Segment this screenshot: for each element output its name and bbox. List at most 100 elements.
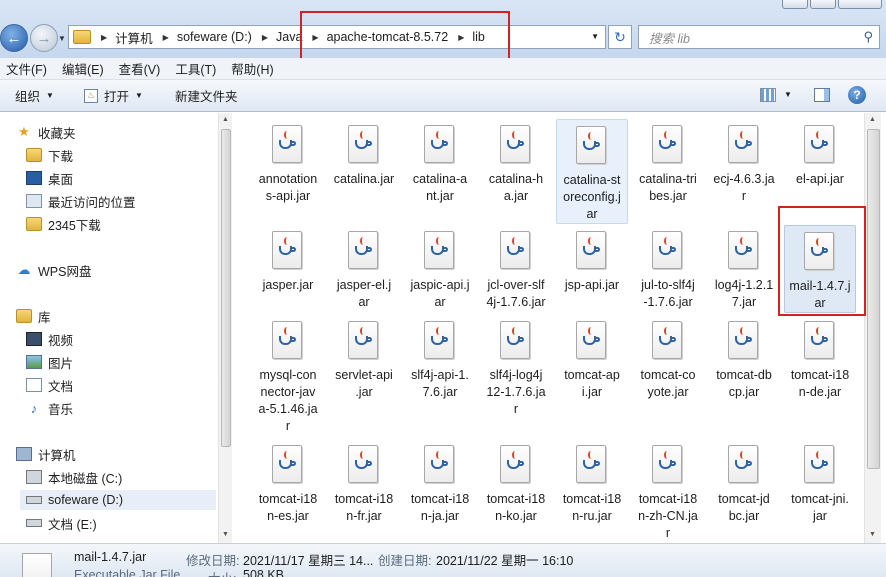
file-item[interactable]: tomcat-jni. jar [784, 439, 856, 525]
file-item[interactable]: jul-to-slf4j -1.7.6.jar [632, 225, 704, 311]
nav-2345-downloads[interactable]: 2345下载 [26, 214, 101, 234]
nav-drive-d[interactable]: sofeware (D:) [20, 490, 216, 510]
file-item[interactable]: jaspic-api.j ar [404, 225, 476, 311]
file-item[interactable]: catalina-a nt.jar [404, 119, 476, 205]
view-options-dropdown[interactable]: ▼ [784, 90, 792, 99]
java-jar-icon [652, 231, 684, 271]
minimize-button[interactable] [782, 0, 808, 9]
scroll-down-icon[interactable]: ▼ [222, 531, 229, 538]
content-scroll-thumb[interactable] [867, 129, 880, 469]
nav-library[interactable]: 库 [16, 306, 51, 326]
file-item[interactable]: tomcat-co yote.jar [632, 315, 704, 401]
breadcrumb-separator-icon: ▶ [162, 32, 169, 42]
file-name: slf4j-log4j 12-1.7.6.ja r [486, 368, 546, 416]
nav-music[interactable]: ♪ 音乐 [26, 398, 73, 418]
menu-view[interactable]: 查看(V) [119, 59, 161, 78]
file-name: tomcat-i18 n-fr.jar [334, 492, 394, 523]
file-item[interactable]: tomcat-i18 n-ru.jar [556, 439, 628, 525]
file-item[interactable]: catalina.jar [328, 119, 400, 188]
java-jar-icon [500, 321, 532, 361]
file-item[interactable]: catalina-st oreconfig.j ar [556, 119, 628, 224]
file-item[interactable]: catalina-tri bes.jar [632, 119, 704, 205]
nav-pane-scrollbar[interactable]: ▲ ▼ [218, 113, 232, 543]
file-item[interactable]: tomcat-i18 n-fr.jar [328, 439, 400, 525]
file-name: jul-to-slf4j -1.7.6.jar [641, 278, 695, 309]
nav-favorites[interactable]: ★ 收藏夹 [16, 122, 76, 142]
breadcrumb-computer[interactable]: 计算机 [115, 28, 153, 47]
menu-file[interactable]: 文件(F) [6, 59, 47, 78]
nav-desktop[interactable]: 桌面 [26, 168, 73, 188]
new-folder-button[interactable]: 新建文件夹 [175, 80, 238, 111]
file-name: jasper.jar [262, 278, 314, 292]
breadcrumb-java[interactable]: Java [276, 30, 302, 44]
organize-button[interactable]: 组织 ▼ [15, 80, 54, 111]
nav-videos[interactable]: 视频 [26, 329, 73, 349]
back-button[interactable]: ← [0, 24, 28, 52]
preview-pane-icon[interactable] [814, 88, 830, 102]
file-item[interactable]: mysql-con nector-jav a-5.1.46.ja r [252, 315, 324, 435]
nav-scroll-thumb[interactable] [221, 129, 231, 447]
file-item[interactable]: el-api.jar [784, 119, 856, 188]
menu-help[interactable]: 帮助(H) [231, 59, 273, 78]
content-scrollbar[interactable]: ▲ ▼ [864, 113, 881, 543]
file-item[interactable]: jsp-api.jar [556, 225, 628, 294]
java-jar-icon [576, 321, 608, 361]
file-item[interactable]: tomcat-jd bc.jar [708, 439, 780, 525]
menu-edit[interactable]: 编辑(E) [62, 59, 104, 78]
file-item[interactable]: log4j-1.2.1 7.jar [708, 225, 780, 311]
help-icon[interactable]: ? [848, 86, 866, 104]
search-input[interactable]: 搜索 lib ⚲ [638, 25, 880, 49]
file-item[interactable]: jasper.jar [252, 225, 324, 294]
file-name: tomcat-i18 n-de.jar [790, 368, 850, 399]
nav-computer[interactable]: 计算机 [16, 444, 76, 464]
breadcrumb-drive-d[interactable]: sofeware (D:) [177, 30, 252, 44]
file-name: tomcat-ap i.jar [564, 368, 620, 399]
nav-pictures[interactable]: 图片 [26, 352, 73, 372]
file-item[interactable]: tomcat-i18 n-ko.jar [480, 439, 552, 525]
forward-button[interactable]: → [30, 24, 58, 52]
details-size-label: 大小: [208, 568, 236, 577]
scroll-down-icon[interactable]: ▼ [869, 531, 876, 538]
file-item[interactable]: tomcat-i18 n-es.jar [252, 439, 324, 525]
java-jar-icon [804, 445, 836, 485]
nav-recent[interactable]: 最近访问的位置 [26, 191, 136, 211]
nav-wps-drive[interactable]: ☁ WPS网盘 [16, 260, 92, 280]
file-item[interactable]: tomcat-db cp.jar [708, 315, 780, 401]
search-icon[interactable]: ⚲ [863, 29, 873, 45]
file-item[interactable]: tomcat-i18 n-de.jar [784, 315, 856, 401]
file-item[interactable]: ecj-4.6.3.ja r [708, 119, 780, 205]
file-item[interactable]: tomcat-i18 n-ja.jar [404, 439, 476, 525]
details-filename: mail-1.4.7.jar [74, 550, 147, 564]
nav-drive-e[interactable]: 文档 (E:) [26, 513, 97, 533]
file-item[interactable]: slf4j-api-1. 7.6.jar [404, 315, 476, 401]
scroll-up-icon[interactable]: ▲ [869, 116, 876, 123]
address-dropdown-icon[interactable]: ▼ [591, 32, 599, 41]
breadcrumb-separator-icon: ▶ [261, 32, 269, 42]
menu-tools[interactable]: 工具(T) [175, 59, 216, 78]
file-item[interactable]: jasper-el.j ar [328, 225, 400, 311]
file-name: annotation s-api.jar [258, 172, 318, 203]
scroll-up-icon[interactable]: ▲ [222, 116, 229, 123]
close-window-button[interactable] [838, 0, 882, 9]
file-item[interactable]: slf4j-log4j 12-1.7.6.ja r [480, 315, 552, 418]
refresh-icon: ↻ [614, 28, 626, 45]
file-item[interactable]: servlet-api .jar [328, 315, 400, 401]
file-item[interactable]: annotation s-api.jar [252, 119, 324, 205]
open-button[interactable]: ♨ 打开 ▼ [84, 80, 143, 111]
java-jar-icon [728, 321, 760, 361]
nav-favorites-label: 收藏夹 [38, 126, 76, 141]
arrow-left-icon: ← [6, 29, 22, 47]
nav-downloads[interactable]: 下载 [26, 145, 73, 165]
maximize-button[interactable] [810, 0, 836, 9]
nav-documents[interactable]: 文档 [26, 375, 73, 395]
file-item[interactable]: jcl-over-slf 4j-1.7.6.jar [480, 225, 552, 311]
change-view-icon[interactable] [760, 88, 776, 102]
refresh-button[interactable]: ↻ [608, 25, 632, 49]
file-item[interactable]: catalina-h a.jar [480, 119, 552, 205]
file-item[interactable]: tomcat-ap i.jar [556, 315, 628, 401]
java-jar-icon [576, 126, 608, 166]
history-dropdown-button[interactable]: ▼ [58, 34, 66, 43]
file-item[interactable]: tomcat-i18 n-zh-CN.ja r [632, 439, 704, 542]
nav-drive-c[interactable]: 本地磁盘 (C:) [26, 467, 122, 487]
java-jar-icon [804, 125, 836, 165]
